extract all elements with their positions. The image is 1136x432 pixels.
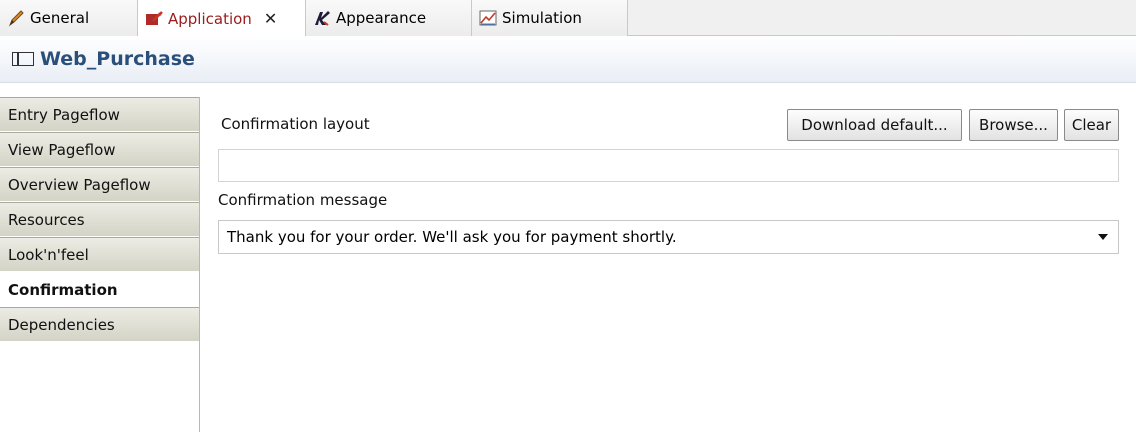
confirmation-layout-field[interactable]	[218, 149, 1119, 182]
browse-button[interactable]: Browse...	[969, 109, 1058, 141]
close-tab-icon[interactable]: ✕	[264, 9, 277, 28]
appearance-icon	[312, 8, 332, 28]
confirmation-message-value: Thank you for your order. We'll ask you …	[227, 228, 677, 246]
tab-appearance-label: Appearance	[336, 9, 427, 27]
form-header: Web_Purchase	[0, 36, 1136, 83]
tab-general[interactable]: General	[0, 0, 138, 36]
clear-button[interactable]: Clear	[1064, 109, 1119, 141]
nav-item-confirmation[interactable]: Confirmation	[0, 272, 199, 306]
nav-item-entry-pageflow[interactable]: Entry Pageflow	[0, 97, 199, 131]
nav-item-overview-pageflow[interactable]: Overview Pageflow	[0, 167, 199, 201]
tab-simulation-label: Simulation	[502, 9, 582, 27]
page-title: Web_Purchase	[40, 48, 195, 70]
tab-application[interactable]: Application ✕	[138, 0, 306, 37]
download-default-button[interactable]: Download default...	[787, 109, 962, 141]
tab-simulation[interactable]: Simulation	[472, 0, 628, 36]
section-nav: Entry Pageflow View Pageflow Overview Pa…	[0, 97, 200, 432]
pencil-icon	[6, 8, 26, 28]
tab-appearance[interactable]: Appearance	[306, 0, 472, 36]
application-icon	[144, 9, 164, 29]
nav-item-resources[interactable]: Resources	[0, 202, 199, 236]
chevron-down-icon[interactable]	[1098, 234, 1108, 240]
window-icon	[12, 52, 34, 66]
tab-application-label: Application	[168, 9, 252, 28]
tab-general-label: General	[30, 9, 90, 27]
confirmation-layout-label: Confirmation layout	[221, 115, 370, 133]
editor-tab-bar: General Application ✕ Appearance Simulat…	[0, 0, 1136, 37]
nav-item-dependencies[interactable]: Dependencies	[0, 307, 199, 341]
confirmation-message-label: Confirmation message	[218, 191, 388, 209]
confirmation-message-select[interactable]: Thank you for your order. We'll ask you …	[218, 220, 1119, 254]
nav-item-look-n-feel[interactable]: Look'n'feel	[0, 237, 199, 271]
nav-item-view-pageflow[interactable]: View Pageflow	[0, 132, 199, 166]
simulation-chart-icon	[478, 8, 498, 28]
